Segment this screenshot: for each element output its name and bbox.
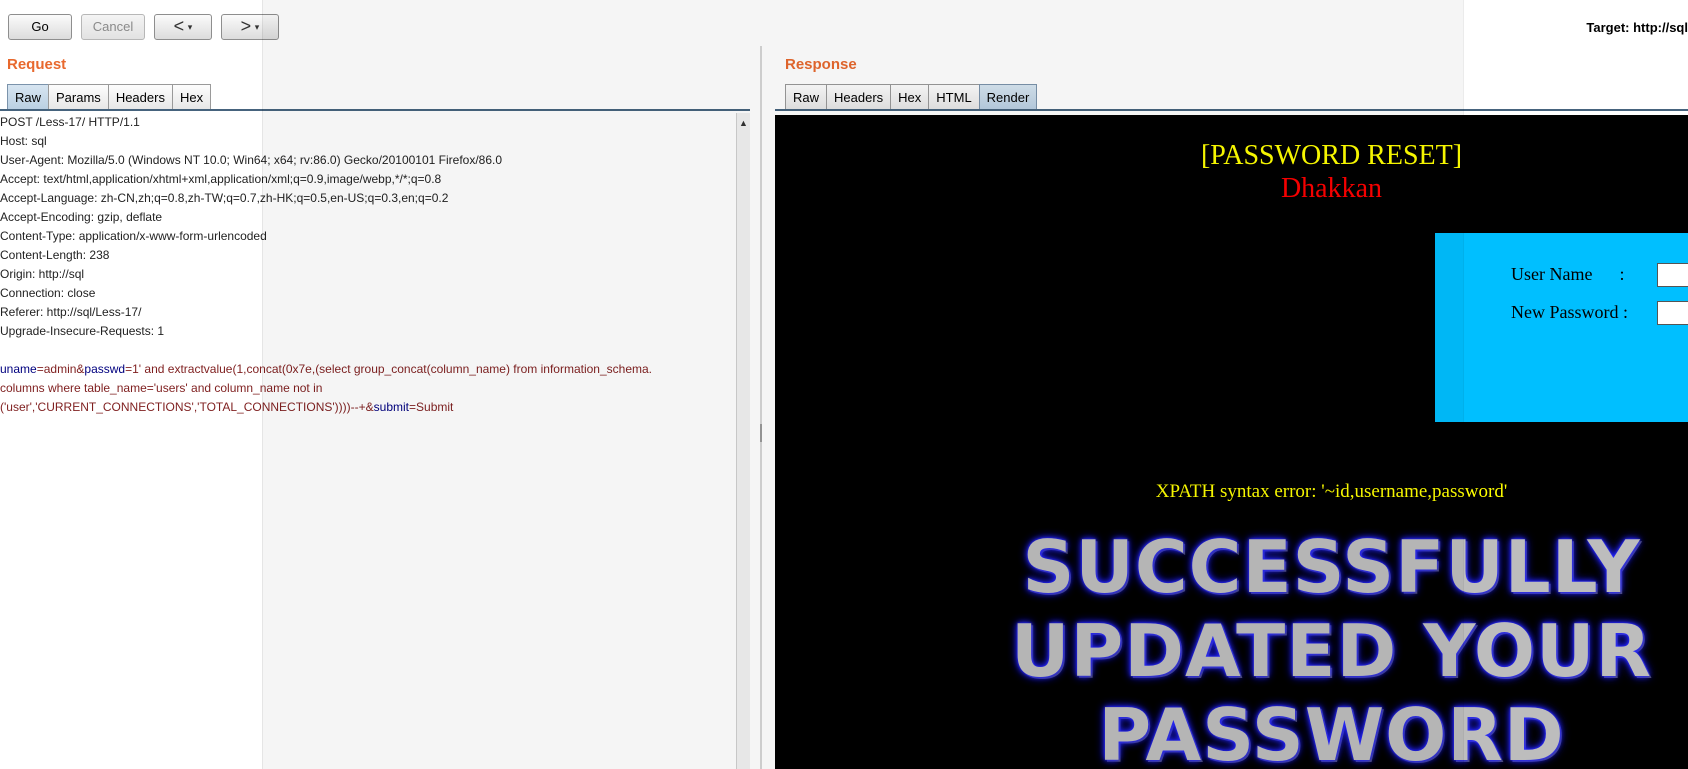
splitter-grip-icon[interactable]: [760, 424, 762, 442]
request-editor[interactable]: POST /Less-17/ HTTP/1.1 Host: sql User-A…: [0, 113, 734, 769]
header-line: Accept-Language: zh-CN,zh;q=0.8,zh-TW;q=…: [0, 191, 449, 205]
xpath-error-message: XPATH syntax error: '~id,username,passwo…: [1155, 481, 1508, 502]
success-banner: SUCCESSFULLY UPDATED YOUR PASSWORD: [775, 525, 1688, 769]
request-tabs: Raw Params Headers Hex: [7, 84, 212, 110]
param-key-uname: uname: [0, 362, 37, 376]
response-tabs: Raw Headers Hex HTML Render: [785, 84, 1038, 110]
render-page-title: [PASSWORD RESET]: [1200, 140, 1463, 171]
success-banner-line-2: UPDATED YOUR: [1011, 609, 1652, 693]
response-tab-raw[interactable]: Raw: [785, 84, 828, 110]
response-tab-headers[interactable]: Headers: [826, 84, 892, 110]
response-tab-html[interactable]: HTML: [928, 84, 980, 110]
new-password-input[interactable]: [1657, 301, 1688, 325]
username-input[interactable]: [1657, 263, 1688, 287]
request-tab-hex[interactable]: Hex: [171, 84, 212, 110]
param-equals: =: [36, 362, 44, 376]
username-label: User Name :: [1511, 264, 1625, 284]
header-line: Referer: http://sql/Less-17/: [0, 305, 142, 319]
header-line: Accept-Encoding: gzip, deflate: [0, 210, 163, 224]
render-reset-form: User Name : New Password :: [1435, 233, 1688, 422]
param-value-submit: Submit: [416, 400, 454, 414]
request-tab-params[interactable]: Params: [48, 84, 109, 110]
success-banner-line-3: PASSWORD: [1098, 693, 1565, 769]
toolbar: Go Cancel < ▾ > ▾ Target: http://sql: [0, 0, 1688, 46]
request-title: Request: [7, 56, 67, 73]
new-password-label: New Password :: [1511, 302, 1628, 322]
back-button[interactable]: < ▾: [154, 14, 212, 40]
request-scrollbar[interactable]: [736, 113, 750, 769]
header-line: Content-Type: application/x-www-form-url…: [0, 229, 267, 243]
render-author: Dhakkan: [1280, 173, 1383, 204]
header-line: Content-Length: 238: [0, 248, 110, 262]
response-tab-render[interactable]: Render: [978, 84, 1038, 110]
go-button-label: Go: [31, 19, 49, 34]
request-tab-headers[interactable]: Headers: [107, 84, 173, 110]
header-line: Upgrade-Insecure-Requests: 1: [0, 324, 165, 338]
response-render-view: [PASSWORD RESET] Dhakkan User Name : New…: [775, 115, 1688, 769]
param-value-passwd-part2: columns where table_name='users' and col…: [0, 381, 323, 395]
param-value-passwd-part3: ('user','CURRENT_CONNECTIONS','TOTAL_CON…: [0, 400, 366, 414]
back-dropdown-icon[interactable]: ▾: [188, 22, 193, 32]
scroll-up-arrow-icon[interactable]: ▲: [739, 118, 748, 128]
cancel-button-label: Cancel: [92, 19, 134, 34]
header-line: Connection: close: [0, 286, 96, 300]
header-line: Origin: http://sql: [0, 267, 85, 281]
target-label[interactable]: Target: http://sql: [1586, 20, 1688, 35]
param-value-passwd-part1: 1' and extractvalue(1,concat(0x7e,(selec…: [132, 362, 653, 376]
back-arrow-icon: <: [173, 16, 185, 36]
body-line-1: uname=admin&passwd=1' and extractvalue(1…: [0, 360, 734, 379]
param-key-submit: submit: [373, 400, 410, 414]
response-tab-underline: [775, 109, 1688, 111]
request-line: POST /Less-17/ HTTP/1.1: [0, 115, 140, 129]
forward-arrow-icon: >: [240, 16, 252, 36]
param-value-uname: admin: [43, 362, 77, 376]
forward-dropdown-icon[interactable]: ▾: [255, 22, 260, 32]
header-line: User-Agent: Mozilla/5.0 (Windows NT 10.0…: [0, 153, 503, 167]
param-separator: &: [365, 400, 374, 414]
response-title: Response: [785, 56, 857, 73]
param-equals: =: [409, 400, 417, 414]
request-tab-underline: [0, 109, 750, 111]
header-line: Host: sql: [0, 134, 47, 148]
go-button[interactable]: Go: [8, 14, 72, 40]
request-tab-raw[interactable]: Raw: [7, 84, 50, 110]
param-key-passwd: passwd: [84, 362, 126, 376]
success-banner-line-1: SUCCESSFULLY: [1022, 525, 1641, 609]
body-line-3: ('user','CURRENT_CONNECTIONS','TOTAL_CON…: [0, 398, 734, 417]
response-tab-hex[interactable]: Hex: [890, 84, 930, 110]
cancel-button[interactable]: Cancel: [81, 14, 145, 40]
pane-splitter[interactable]: [760, 46, 762, 769]
forward-button[interactable]: > ▾: [221, 14, 279, 40]
body-line-2: columns where table_name='users' and col…: [0, 379, 734, 398]
header-line: Accept: text/html,application/xhtml+xml,…: [0, 172, 442, 186]
